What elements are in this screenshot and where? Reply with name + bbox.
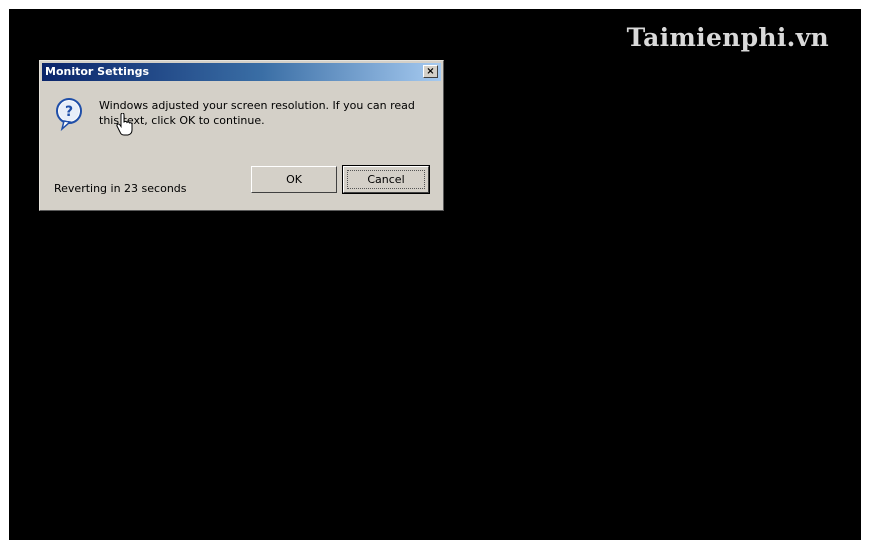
question-icon: ? [56, 98, 82, 131]
svg-text:?: ? [65, 104, 73, 120]
watermark: Taimienphi.vn [626, 23, 829, 52]
dialog-titlebar[interactable]: Monitor Settings × [42, 63, 441, 81]
cancel-button[interactable]: Cancel [342, 165, 430, 194]
close-icon: × [426, 66, 435, 77]
focus-rectangle [347, 170, 425, 189]
countdown-text: Reverting in 23 seconds [54, 182, 187, 195]
desktop: Taimienphi.vn Monitor Settings × ? Windo… [9, 9, 861, 540]
dialog-title: Monitor Settings [45, 65, 150, 78]
close-button[interactable]: × [423, 65, 438, 78]
ok-button[interactable]: OK [251, 166, 337, 193]
hand-cursor-icon [116, 113, 133, 136]
monitor-settings-dialog: Monitor Settings × ? Windows adjusted yo… [39, 60, 444, 211]
dialog-message: Windows adjusted your screen resolution.… [99, 99, 415, 127]
